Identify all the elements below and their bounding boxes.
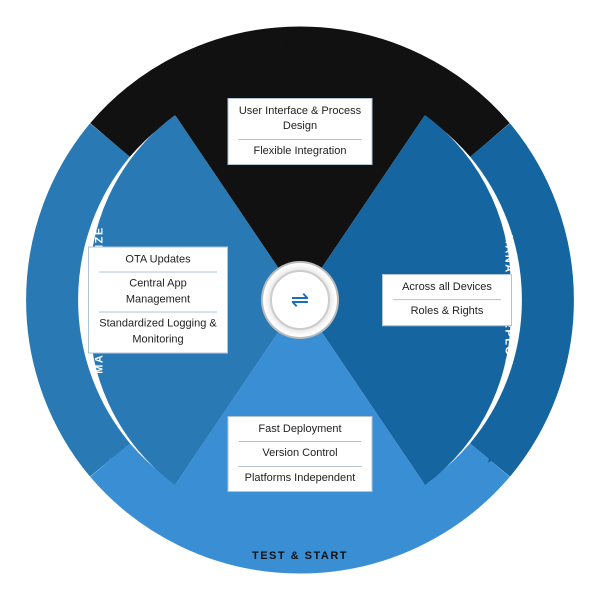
right-row1: Across all Devices xyxy=(393,280,501,300)
quadrant-left-box: OTA Updates Central App Management Stand… xyxy=(88,247,228,354)
left-row3: Standardized Logging & Monitoring xyxy=(99,317,217,348)
label-test-start: TEST & START xyxy=(252,550,348,562)
quadrant-right-box: Across all Devices Roles & Rights xyxy=(382,274,512,326)
bottom-row3: Platforms Independent xyxy=(239,471,362,486)
center-icon-circle: ⇌ xyxy=(270,270,330,330)
bottom-row1: Fast Deployment xyxy=(239,422,362,442)
lifecycle-diagram: CREATE & INTEGRATE TEST & START MAINTAIN… xyxy=(20,20,580,580)
left-row1: OTA Updates xyxy=(99,253,217,273)
main-container: CREATE & INTEGRATE TEST & START MAINTAIN… xyxy=(10,10,590,590)
sync-icon: ⇌ xyxy=(291,287,309,313)
left-row2: Central App Management xyxy=(99,277,217,313)
quadrant-top-box: User Interface & Process Design Flexible… xyxy=(228,98,373,165)
bottom-row2: Version Control xyxy=(239,446,362,466)
top-row1: User Interface & Process Design xyxy=(239,104,362,140)
quadrant-bottom-box: Fast Deployment Version Control Platform… xyxy=(228,416,373,492)
top-row2: Flexible Integration xyxy=(239,144,362,159)
label-create-integrate: CREATE & INTEGRATE xyxy=(226,38,374,50)
right-row2: Roles & Rights xyxy=(393,305,501,320)
